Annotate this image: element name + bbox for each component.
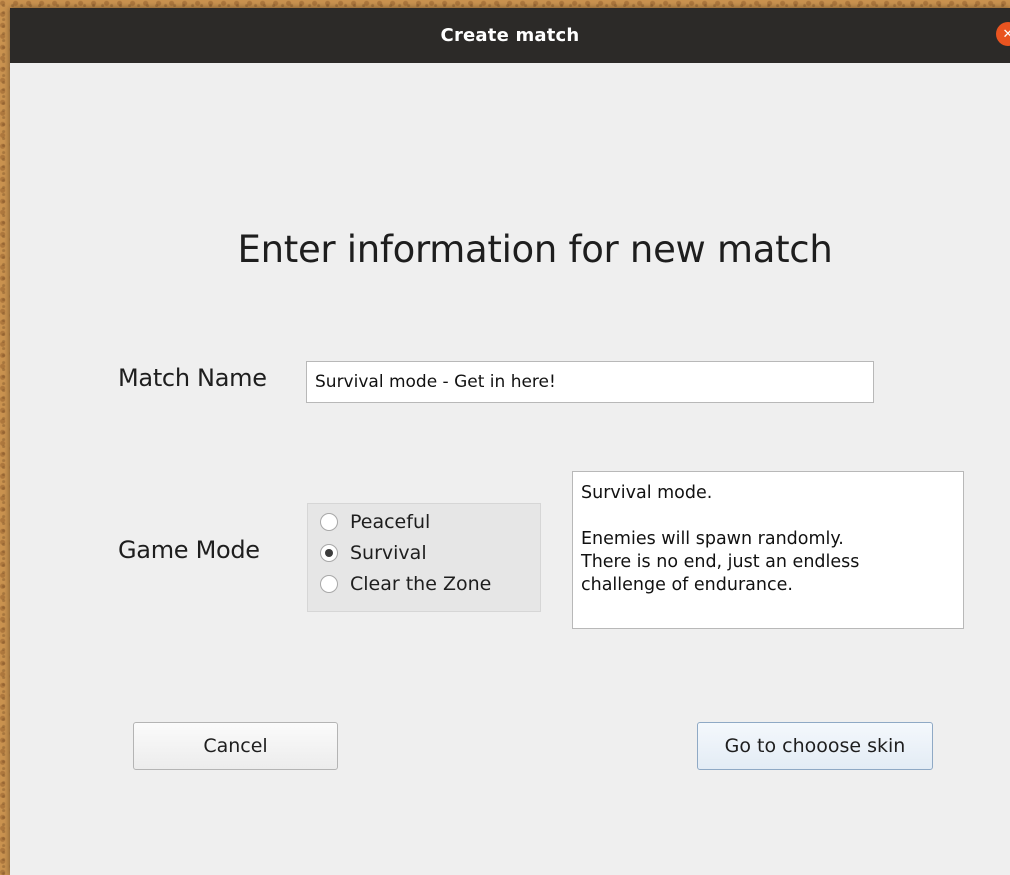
- choose-skin-button[interactable]: Go to chooose skin: [697, 722, 933, 770]
- create-match-window: Create match ✕ Enter information for new…: [10, 8, 1010, 875]
- close-icon[interactable]: ✕: [996, 22, 1010, 46]
- radio-option-peaceful[interactable]: Peaceful: [308, 506, 540, 537]
- title-bar[interactable]: Create match ✕: [10, 8, 1010, 63]
- radio-button-peaceful[interactable]: [320, 512, 338, 531]
- radio-option-survival[interactable]: Survival: [308, 537, 540, 568]
- description-line: challenge of endurance.: [581, 575, 793, 595]
- description-line: Survival mode.: [581, 483, 713, 503]
- game-mode-label: Game Mode: [118, 536, 260, 564]
- cancel-button[interactable]: Cancel: [133, 722, 338, 770]
- radio-label-peaceful: Peaceful: [350, 510, 431, 533]
- match-name-label: Match Name: [118, 364, 267, 392]
- mode-description-box: Survival mode. Enemies will spawn random…: [572, 471, 964, 629]
- game-mode-radio-group: Peaceful Survival Clear the Zone: [307, 503, 541, 612]
- radio-label-survival: Survival: [350, 541, 427, 564]
- description-line: Enemies will spawn randomly.: [581, 529, 844, 549]
- match-name-input[interactable]: [306, 361, 874, 403]
- description-line: There is no end, just an endless: [581, 552, 860, 572]
- page-heading: Enter information for new match: [237, 228, 833, 271]
- radio-button-clear-the-zone[interactable]: [320, 574, 338, 593]
- radio-label-clear-the-zone: Clear the Zone: [350, 572, 492, 595]
- window-title: Create match: [440, 25, 580, 46]
- radio-option-clear-the-zone[interactable]: Clear the Zone: [308, 568, 540, 599]
- radio-button-survival[interactable]: [320, 543, 338, 562]
